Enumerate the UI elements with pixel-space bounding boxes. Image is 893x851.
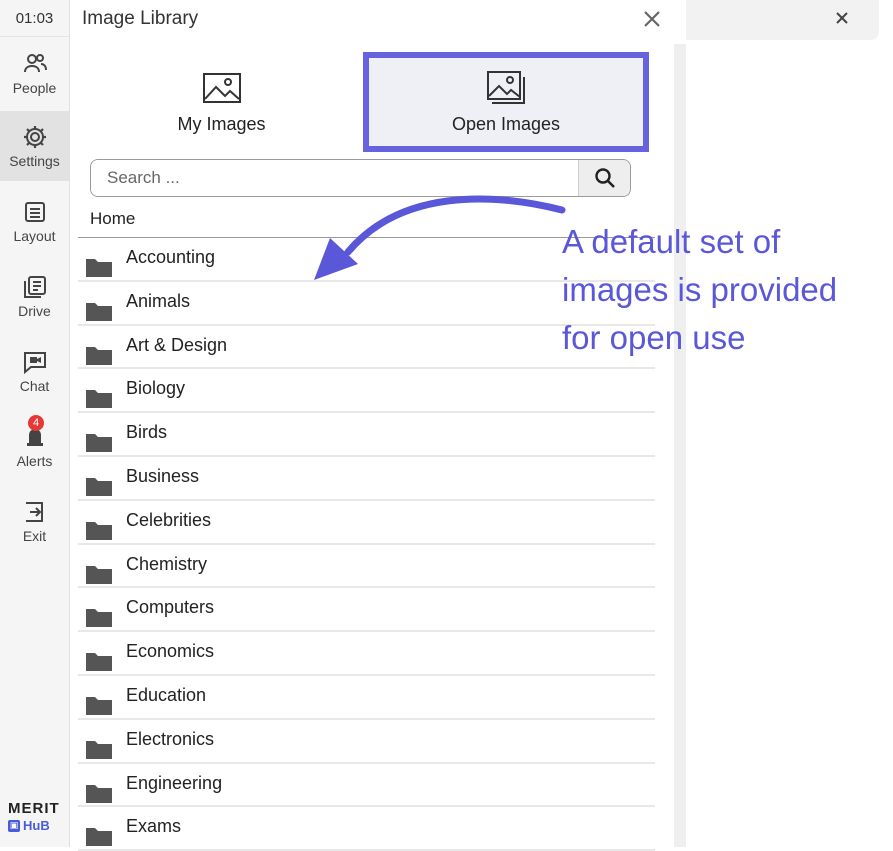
folder-name: Chemistry xyxy=(126,553,208,574)
tab-open-images[interactable]: Open Images xyxy=(363,52,649,152)
folder-name: Biology xyxy=(126,378,186,399)
nav-exit-label: Exit xyxy=(22,527,47,544)
nav-settings-label: Settings xyxy=(9,152,60,169)
folder-row[interactable]: Birds xyxy=(78,413,655,457)
breadcrumb-home[interactable]: Home xyxy=(90,209,135,229)
left-rail: 01:03 People Settings Layout Drive Chat … xyxy=(0,0,70,847)
folder-icon xyxy=(86,477,112,496)
folder-row[interactable]: Education xyxy=(78,676,655,720)
chat-icon xyxy=(23,351,46,374)
folder-icon xyxy=(86,740,112,759)
background-close-icon[interactable] xyxy=(832,8,852,28)
folder-row[interactable]: Engineering xyxy=(78,764,655,808)
nav-chat-label: Chat xyxy=(19,377,50,394)
annotation-text: A default set of images is provided for … xyxy=(562,218,882,362)
search-icon xyxy=(594,168,615,188)
annotation-line-3: for open use xyxy=(562,319,746,356)
folder-row[interactable]: Business xyxy=(78,457,655,501)
folder-name: Electronics xyxy=(126,728,215,749)
folder-icon xyxy=(86,565,112,584)
folder-row[interactable]: Exams xyxy=(78,807,655,851)
folder-name: Animals xyxy=(126,290,191,311)
folder-name: Economics xyxy=(126,641,215,662)
folder-name: Education xyxy=(126,684,207,705)
folder-name: Business xyxy=(126,465,200,486)
images-stack-icon xyxy=(487,70,525,104)
folder-row[interactable]: Biology xyxy=(78,369,655,414)
image-icon xyxy=(202,72,241,103)
folder-icon xyxy=(86,828,112,847)
folder-name: Exams xyxy=(126,816,182,837)
folder-icon xyxy=(86,302,112,321)
folder-icon xyxy=(86,434,112,453)
nav-layout-label: Layout xyxy=(13,227,56,244)
nav-alerts[interactable]: 4 Alerts xyxy=(0,411,69,481)
image-library-panel: Image Library My Images Open Images Home xyxy=(70,0,686,851)
merit-hub-logo: MERIT ▣ HuB xyxy=(8,800,60,833)
annotation-line-2: images is provided xyxy=(562,271,838,308)
nav-drive-label: Drive xyxy=(18,302,51,319)
panel-scrollbar[interactable] xyxy=(674,44,686,847)
nav-alerts-label: Alerts xyxy=(16,452,53,469)
folder-row[interactable]: Chemistry xyxy=(78,545,655,589)
people-icon xyxy=(23,53,47,72)
layout-icon xyxy=(24,201,45,222)
folder-row[interactable]: Computers xyxy=(78,588,655,633)
tab-my-images[interactable]: My Images xyxy=(90,52,353,152)
annotation-arrow-icon xyxy=(314,195,566,280)
folder-name: Accounting xyxy=(126,247,216,267)
folder-name: Engineering xyxy=(126,772,223,793)
folder-icon xyxy=(86,521,112,540)
folder-name: Celebrities xyxy=(126,509,212,530)
search-button[interactable] xyxy=(578,160,630,196)
gear-icon xyxy=(23,125,46,148)
folder-icon xyxy=(86,609,112,628)
folder-icon xyxy=(86,346,112,365)
folder-icon xyxy=(86,653,112,672)
annotation-line-1: A default set of xyxy=(562,223,781,260)
nav-layout[interactable]: Layout xyxy=(0,186,69,256)
tab-my-images-label: My Images xyxy=(177,113,266,134)
logo-merit-text: MERIT xyxy=(8,800,60,817)
nav-people-label: People xyxy=(12,79,57,96)
folder-name: Computers xyxy=(126,597,215,618)
folder-icon xyxy=(86,696,112,715)
folder-icon xyxy=(86,259,112,277)
folder-name: Art & Design xyxy=(126,334,228,355)
alerts-badge: 4 xyxy=(28,415,44,431)
nav-people[interactable]: People xyxy=(0,38,69,108)
drive-icon xyxy=(23,275,46,298)
close-icon[interactable] xyxy=(641,8,663,30)
tab-open-images-label: Open Images xyxy=(451,113,561,134)
logo-hub-text: HuB xyxy=(23,818,50,833)
folder-row[interactable]: Celebrities xyxy=(78,501,655,545)
folder-icon xyxy=(86,390,112,409)
nav-exit[interactable]: Exit xyxy=(0,486,69,556)
logo-hub-row: ▣ HuB xyxy=(8,818,60,833)
meeting-timer: 01:03 xyxy=(0,0,69,37)
folder-icon xyxy=(86,784,112,803)
nav-chat[interactable]: Chat xyxy=(0,336,69,406)
panel-title: Image Library xyxy=(82,8,199,29)
exit-icon xyxy=(25,501,43,522)
folder-name: Birds xyxy=(126,422,168,443)
hub-logo-icon: ▣ xyxy=(8,819,20,832)
nav-drive[interactable]: Drive xyxy=(0,261,69,331)
folder-row[interactable]: Economics xyxy=(78,632,655,676)
folder-row[interactable]: Electronics xyxy=(78,720,655,764)
nav-settings[interactable]: Settings xyxy=(0,111,69,181)
